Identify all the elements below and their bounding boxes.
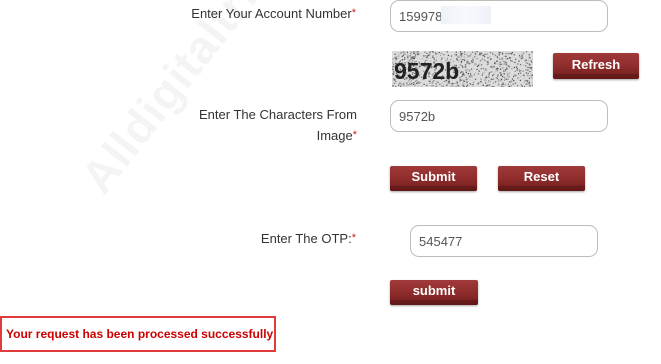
reset-button[interactable]: Reset: [498, 166, 585, 191]
redacted-digits: [441, 6, 491, 24]
captcha-image: 9572b: [392, 51, 533, 87]
account-number-label: Enter Your Account Number*: [150, 3, 356, 24]
captcha-input-label-line2: Image*: [316, 128, 357, 143]
submit-button[interactable]: Submit: [390, 166, 477, 191]
submit-button-label: Submit: [411, 169, 456, 184]
required-marker: *: [351, 7, 356, 19]
reset-button-label: Reset: [523, 169, 560, 184]
otp-label-text: Enter The OTP:: [260, 231, 352, 246]
success-message: Your request has been processed successf…: [0, 316, 276, 352]
account-number-label-text: Enter Your Account Number: [191, 6, 352, 21]
captcha-input-label: Enter The Characters From Image*: [170, 104, 357, 146]
otp-submit-button-label: submit: [412, 283, 456, 298]
otp-submit-button[interactable]: submit: [390, 280, 478, 305]
required-marker: *: [352, 129, 357, 141]
captcha-input-label-line1: Enter The Characters From: [199, 107, 357, 122]
refresh-button[interactable]: Refresh: [553, 53, 639, 79]
otp-label: Enter The OTP:*: [230, 228, 356, 249]
required-marker: *: [351, 232, 356, 244]
captcha-text: 9572b: [394, 58, 459, 84]
otp-input[interactable]: [410, 225, 598, 257]
refresh-button-label: Refresh: [571, 56, 621, 72]
watermark: Alldigitaltricks.Com: [70, 0, 391, 203]
account-number-input[interactable]: [390, 0, 608, 32]
captcha-input[interactable]: [390, 100, 608, 132]
